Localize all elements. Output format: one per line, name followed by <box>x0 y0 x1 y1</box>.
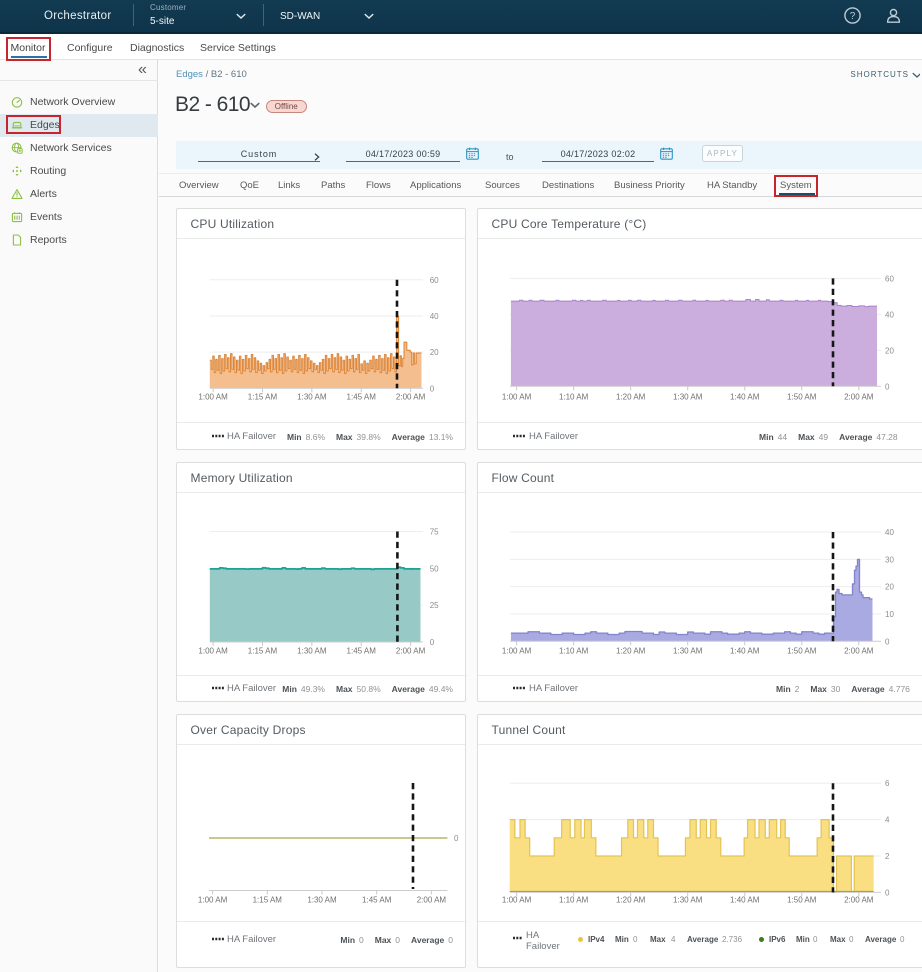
svg-text:1:30 AM: 1:30 AM <box>673 896 703 905</box>
svg-text:2:00 AM: 2:00 AM <box>844 647 874 656</box>
svg-text:0: 0 <box>430 384 435 393</box>
svg-text:1:30 AM: 1:30 AM <box>297 393 327 402</box>
svg-text:6: 6 <box>885 779 890 788</box>
svg-text:0: 0 <box>885 382 890 391</box>
svg-text:1:30 AM: 1:30 AM <box>307 896 337 905</box>
svg-text:2: 2 <box>885 852 890 861</box>
svg-text:0: 0 <box>454 834 459 843</box>
svg-text:40: 40 <box>430 312 439 321</box>
svg-text:40: 40 <box>885 528 894 537</box>
svg-text:10: 10 <box>885 610 894 619</box>
svg-text:2:00 AM: 2:00 AM <box>396 647 426 656</box>
svg-text:1:50 AM: 1:50 AM <box>787 393 817 402</box>
svg-text:1:00 AM: 1:00 AM <box>198 647 228 656</box>
svg-text:1:40 AM: 1:40 AM <box>730 896 760 905</box>
svg-text:1:50 AM: 1:50 AM <box>787 647 817 656</box>
svg-text:2:00 AM: 2:00 AM <box>396 393 426 402</box>
svg-text:4: 4 <box>885 816 890 825</box>
svg-text:2:00 AM: 2:00 AM <box>844 896 874 905</box>
svg-text:30: 30 <box>885 555 894 564</box>
svg-text:1:45 AM: 1:45 AM <box>362 896 392 905</box>
svg-text:2:00 AM: 2:00 AM <box>844 393 874 402</box>
svg-text:50: 50 <box>430 564 439 573</box>
svg-text:1:30 AM: 1:30 AM <box>297 647 327 656</box>
svg-text:60: 60 <box>885 274 894 283</box>
svg-text:1:20 AM: 1:20 AM <box>616 393 646 402</box>
svg-text:1:20 AM: 1:20 AM <box>616 647 646 656</box>
svg-text:1:20 AM: 1:20 AM <box>616 896 646 905</box>
svg-text:1:45 AM: 1:45 AM <box>347 647 377 656</box>
svg-text:1:10 AM: 1:10 AM <box>559 896 589 905</box>
svg-text:1:15 AM: 1:15 AM <box>248 393 278 402</box>
svg-text:0: 0 <box>885 637 890 646</box>
svg-text:1:40 AM: 1:40 AM <box>730 393 760 402</box>
svg-text:75: 75 <box>430 527 439 536</box>
svg-text:1:10 AM: 1:10 AM <box>559 647 589 656</box>
svg-text:1:00 AM: 1:00 AM <box>502 393 532 402</box>
svg-text:1:50 AM: 1:50 AM <box>787 896 817 905</box>
svg-text:60: 60 <box>430 276 439 285</box>
svg-text:1:40 AM: 1:40 AM <box>730 647 760 656</box>
svg-text:1:00 AM: 1:00 AM <box>502 647 532 656</box>
svg-text:20: 20 <box>430 348 439 357</box>
svg-text:1:00 AM: 1:00 AM <box>198 393 228 402</box>
svg-text:1:30 AM: 1:30 AM <box>673 647 703 656</box>
svg-text:?: ? <box>850 11 856 22</box>
svg-text:20: 20 <box>885 346 894 355</box>
svg-text:0: 0 <box>430 638 435 647</box>
svg-text:25: 25 <box>430 601 439 610</box>
svg-text:40: 40 <box>885 310 894 319</box>
svg-text:0: 0 <box>885 888 890 897</box>
svg-text:1:15 AM: 1:15 AM <box>248 647 278 656</box>
svg-text:2:00 AM: 2:00 AM <box>417 896 447 905</box>
svg-text:1:15 AM: 1:15 AM <box>253 896 283 905</box>
svg-text:1:10 AM: 1:10 AM <box>559 393 589 402</box>
svg-text:1:00 AM: 1:00 AM <box>198 896 228 905</box>
svg-text:20: 20 <box>885 583 894 592</box>
svg-text:1:45 AM: 1:45 AM <box>347 393 377 402</box>
svg-text:1:30 AM: 1:30 AM <box>673 393 703 402</box>
svg-text:1:00 AM: 1:00 AM <box>502 896 532 905</box>
